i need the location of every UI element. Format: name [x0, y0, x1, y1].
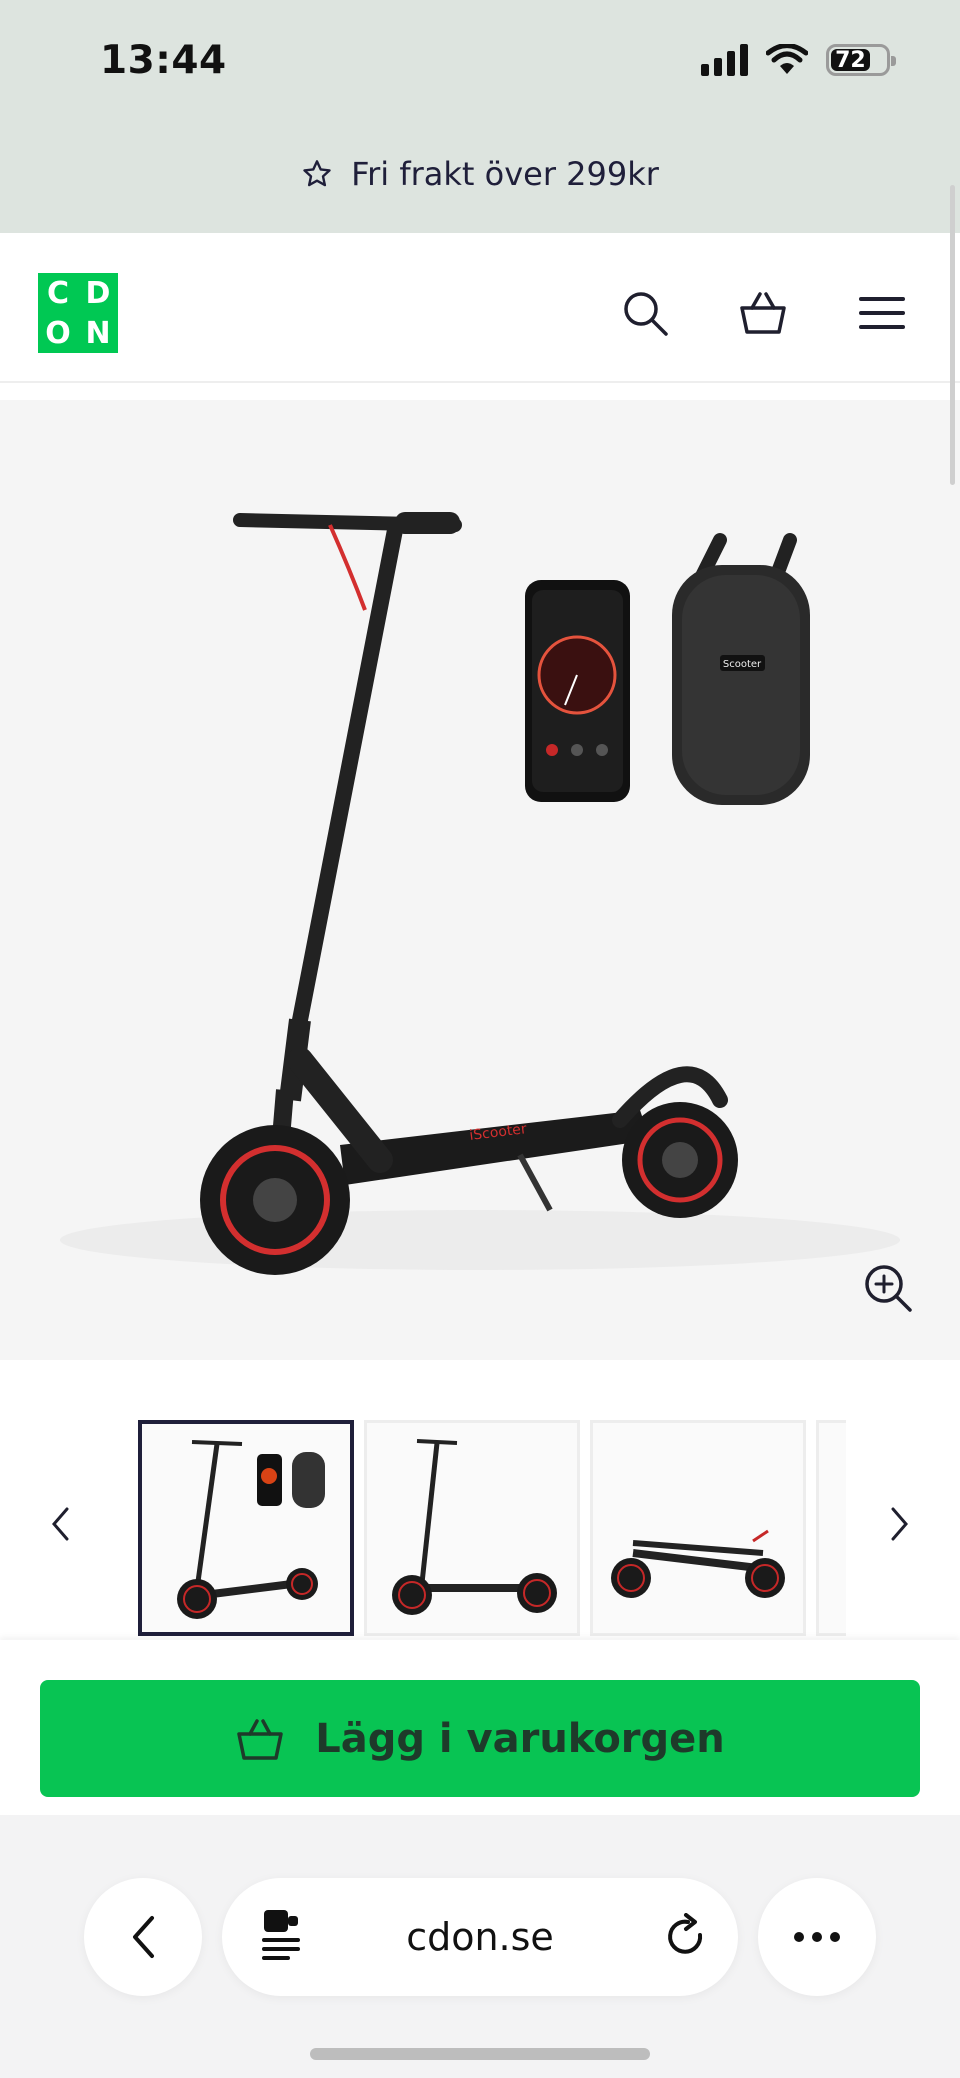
add-to-cart-button[interactable]: Lägg i varukorgen [40, 1680, 920, 1797]
thumbnail-2[interactable] [364, 1420, 580, 1636]
star-icon [303, 160, 331, 187]
home-indicator[interactable] [310, 2048, 650, 2060]
zoom-in-icon [865, 1265, 912, 1312]
thumbnail-next-button[interactable] [880, 1500, 920, 1548]
promo-text: Fri frakt över 299kr [351, 155, 659, 193]
thumbnail-1[interactable] [138, 1420, 354, 1636]
basket-icon [740, 292, 786, 334]
thumbnail-image [611, 1529, 785, 1598]
menu-icon [859, 297, 905, 329]
logo-letter: O [45, 315, 71, 351]
basket-icon [237, 1718, 283, 1760]
product-image[interactable]: iScooter Scooter [0, 400, 960, 1360]
thumbnail-carousel [0, 1400, 960, 1640]
status-time: 13:44 [100, 38, 227, 83]
browser-toolbar: cdon.se [0, 1815, 960, 2078]
browser-more-button[interactable] [758, 1878, 876, 1996]
cellular-signal-icon [701, 44, 748, 76]
chevron-left-icon [52, 1507, 69, 1541]
url-text: cdon.se [406, 1915, 554, 1959]
search-button[interactable] [617, 285, 673, 341]
thumbnail-3[interactable] [590, 1420, 806, 1636]
scooter-illustration: iScooter Scooter [60, 512, 900, 1275]
logo-letter: D [85, 275, 111, 311]
wifi-icon [766, 44, 808, 74]
page: 13:44 72 Fri frakt över 299kr C D O N iS… [0, 0, 960, 2078]
reload-icon [668, 1913, 703, 1954]
search-icon [624, 292, 668, 336]
reload-button[interactable] [664, 1913, 708, 1965]
address-bar[interactable]: cdon.se [222, 1878, 738, 1996]
chevron-left-icon [133, 1916, 154, 1958]
add-to-cart-label: Lägg i varukorgen [315, 1715, 725, 1762]
thumbnail-prev-button[interactable] [40, 1500, 80, 1548]
promo-banner: Fri frakt över 299kr [0, 155, 960, 193]
logo-letter: N [85, 315, 111, 351]
scrollbar[interactable] [950, 185, 955, 485]
page-settings-button[interactable] [260, 1908, 306, 1968]
page-menu-icon [262, 1910, 300, 1960]
chevron-right-icon [891, 1507, 908, 1541]
site-header: C D O N [0, 233, 960, 383]
status-icons: 72 [701, 44, 896, 76]
thumbnail-4-partial[interactable] [816, 1420, 846, 1636]
menu-button[interactable] [854, 285, 910, 341]
battery-level: 72 [835, 47, 866, 73]
cart-button[interactable] [735, 285, 791, 341]
zoom-button[interactable] [858, 1258, 918, 1318]
thumbnail-image [392, 1439, 557, 1615]
logo-letter: C [46, 275, 70, 311]
thumbnail-image [177, 1440, 325, 1619]
browser-back-button[interactable] [84, 1878, 202, 1996]
bag-label: Scooter [723, 659, 762, 670]
cdon-logo[interactable]: C D O N [38, 273, 118, 353]
battery-icon: 72 [826, 44, 896, 76]
cta-bar: Lägg i varukorgen [0, 1640, 960, 1815]
top-band: 13:44 72 Fri frakt över 299kr [0, 0, 960, 233]
more-icon [794, 1932, 840, 1942]
